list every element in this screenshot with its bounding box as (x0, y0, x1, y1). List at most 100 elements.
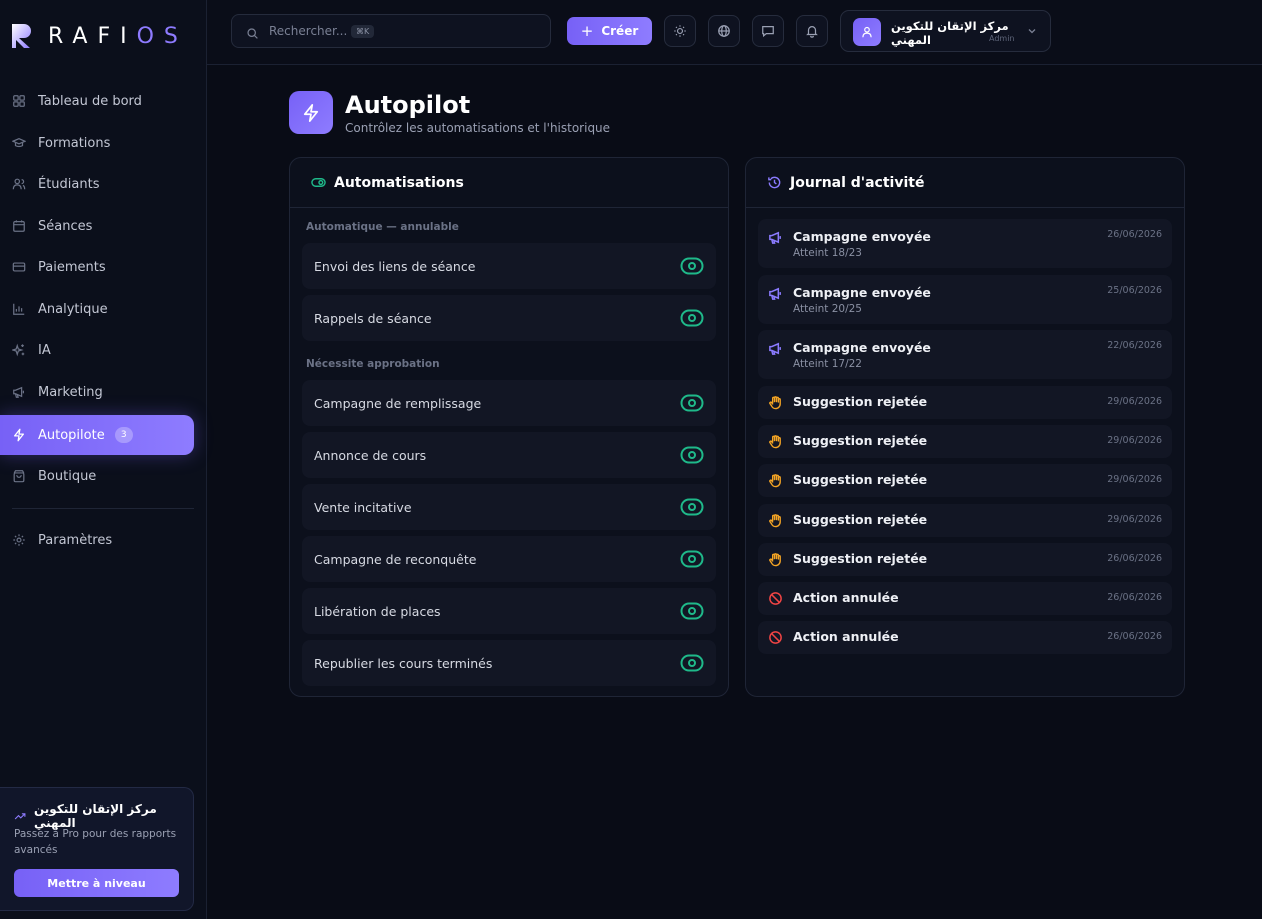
section-label-auto: Automatique — annulable (306, 221, 459, 233)
sidebar-item-settings[interactable]: Paramètres (0, 520, 194, 560)
activity-entry: Suggestion rejetée 26/06/2026 (758, 543, 1172, 576)
activity-title: Suggestion rejetée (793, 394, 928, 409)
toggle-icon (310, 175, 326, 191)
automation-toggle[interactable] (680, 255, 704, 277)
automation-toggle[interactable] (680, 600, 704, 622)
sidebar-item-label: Autopilote (38, 427, 105, 443)
sidebar-item-formations[interactable]: Formations (0, 123, 194, 163)
activity-date: 29/06/2026 (1107, 396, 1162, 407)
sidebar-item-shop[interactable]: Boutique (0, 456, 194, 496)
logo-text: RAFIOS (48, 23, 188, 49)
automations-card: Automatisations Automatique — annulable … (289, 157, 729, 697)
activity-entry: Suggestion rejetée 29/06/2026 (758, 425, 1172, 458)
automation-row: Republier les cours terminés (302, 640, 716, 686)
sidebar: RAFIOS Tableau de bord Formations Étudia… (0, 0, 207, 919)
activity-entry: Suggestion rejetée 29/06/2026 (758, 386, 1172, 419)
settings-icon (12, 533, 26, 547)
sidebar-item-label: Tableau de bord (38, 93, 142, 109)
activity-title: Suggestion rejetée (793, 433, 928, 448)
sidebar-item-ai[interactable]: IA (0, 330, 194, 370)
automation-toggle[interactable] (680, 496, 704, 518)
toggle-on-icon (680, 309, 704, 327)
toggle-on-icon (680, 446, 704, 464)
sidebar-item-marketing[interactable]: Marketing (0, 372, 194, 412)
activity-date: 22/06/2026 (1107, 340, 1162, 351)
automations-title: Automatisations (334, 174, 464, 191)
sidebar-item-dashboard[interactable]: Tableau de bord (0, 81, 194, 121)
sidebar-item-analytics[interactable]: Analytique (0, 289, 194, 329)
chevron-down-icon (1028, 29, 1036, 34)
activity-date: 25/06/2026 (1107, 285, 1162, 296)
create-button-label: Créer (601, 24, 639, 38)
automation-toggle[interactable] (680, 444, 704, 466)
activity-log-card: Journal d'activité Campagne envoyée Atte… (745, 157, 1185, 697)
activity-date: 29/06/2026 (1107, 474, 1162, 485)
hand-icon (768, 473, 783, 488)
upgrade-button[interactable]: Mettre à niveau (14, 869, 179, 897)
theme-toggle-button[interactable] (664, 15, 696, 47)
search-bar[interactable]: ⌘K (231, 14, 551, 48)
automation-row: Envoi des liens de séance (302, 243, 716, 289)
zap-icon (12, 428, 26, 442)
topbar: ⌘K + Créer مركز الإتقان للتكوين المهني A… (207, 0, 1262, 65)
user-icon (862, 26, 872, 38)
sidebar-item-autopilot[interactable]: Autopilote 3 (0, 415, 194, 455)
automation-name: Republier les cours terminés (314, 655, 493, 671)
autopilot-header-icon (289, 91, 333, 134)
notification-badge: 3 (114, 427, 133, 443)
automation-toggle[interactable] (680, 652, 704, 674)
hand-icon (768, 552, 783, 567)
brand-logo[interactable]: RAFIOS (10, 22, 188, 50)
activity-subtitle: Atteint 18/23 (793, 247, 862, 259)
dashboard-icon (12, 94, 26, 108)
automation-toggle[interactable] (680, 392, 704, 414)
automation-row: Campagne de remplissage (302, 380, 716, 426)
zap-icon (303, 103, 319, 122)
credit-card-icon (12, 260, 26, 274)
automation-row: Annonce de cours (302, 432, 716, 478)
notifications-button[interactable] (796, 15, 828, 47)
activity-log-title: Journal d'activité (790, 174, 925, 191)
create-button[interactable]: + Créer (567, 17, 652, 45)
automation-toggle[interactable] (680, 307, 704, 329)
trending-up-icon (14, 810, 26, 822)
upgrade-promo-card: مركز الإتقان للتكوين المهني Passez à Pro… (0, 787, 194, 911)
hand-icon (768, 434, 783, 449)
sidebar-item-label: Analytique (38, 301, 108, 317)
sidebar-item-label: IA (38, 342, 51, 358)
activity-date: 29/06/2026 (1107, 514, 1162, 525)
activity-subtitle: Atteint 20/25 (793, 303, 862, 315)
messages-button[interactable] (752, 15, 784, 47)
automations-header: Automatisations (290, 158, 728, 208)
sidebar-item-label: Paramètres (38, 532, 113, 548)
sidebar-item-label: Marketing (38, 384, 103, 400)
promo-text: Passez à Pro pour des rapports avancés (14, 828, 177, 856)
automation-name: Envoi des liens de séance (314, 258, 476, 274)
hand-icon (768, 395, 783, 410)
page-subtitle: Contrôlez les automatisations et l'histo… (345, 121, 611, 135)
sidebar-item-payments[interactable]: Paiements (0, 247, 194, 287)
automation-row: Vente incitative (302, 484, 716, 530)
profile-menu[interactable]: مركز الإتقان للتكوين المهني Admin (840, 10, 1051, 52)
calendar-icon (12, 219, 26, 233)
automation-row: Campagne de reconquête (302, 536, 716, 582)
sidebar-item-label: Étudiants (38, 176, 100, 192)
toggle-on-icon (680, 654, 704, 672)
sun-icon (674, 25, 686, 37)
sidebar-item-students[interactable]: Étudiants (0, 164, 194, 204)
toggle-on-icon (680, 498, 704, 516)
automation-row: Rappels de séance (302, 295, 716, 341)
automation-name: Annonce de cours (314, 447, 427, 463)
globe-icon (718, 25, 730, 37)
activity-date: 26/06/2026 (1107, 553, 1162, 564)
logo-mark-icon (12, 24, 31, 48)
sidebar-item-label: Séances (38, 218, 93, 234)
sidebar-item-sessions[interactable]: Séances (0, 206, 194, 246)
avatar (853, 18, 881, 46)
nav-divider (12, 508, 194, 509)
search-input[interactable] (269, 24, 349, 38)
activity-title: Campagne envoyée (793, 340, 931, 355)
language-button[interactable] (708, 15, 740, 47)
activity-date: 26/06/2026 (1107, 229, 1162, 240)
automation-toggle[interactable] (680, 548, 704, 570)
